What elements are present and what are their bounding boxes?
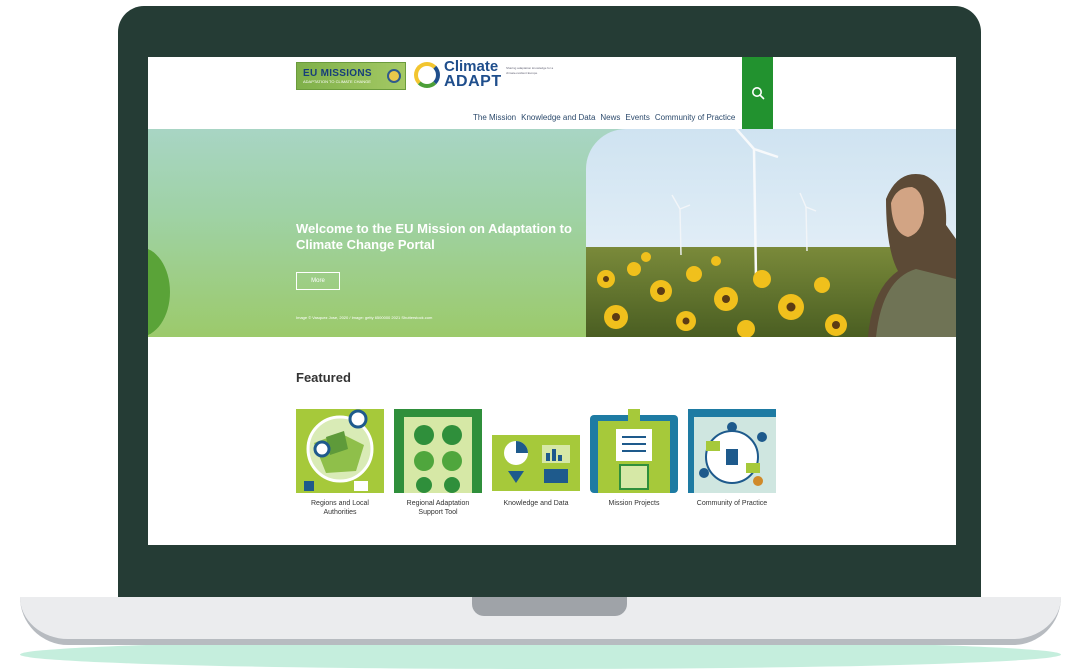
hero-photo bbox=[586, 129, 956, 337]
nav-item-knowledge-and-data[interactable]: Knowledge and Data bbox=[521, 113, 595, 122]
nav-item-community-of-practice[interactable]: Community of Practice bbox=[655, 113, 735, 122]
regions-map-icon bbox=[296, 409, 384, 493]
featured-card-knowledge-and-data[interactable]: Knowledge and Data bbox=[492, 409, 580, 508]
laptop-mockup: EU MISSIONS ADAPTATION TO CLIMATE CHANGE… bbox=[0, 0, 1081, 669]
featured-card-community-of-practice[interactable]: Community of Practice bbox=[688, 409, 776, 508]
eu-missions-logo[interactable]: EU MISSIONS ADAPTATION TO CLIMATE CHANGE bbox=[296, 62, 406, 90]
hero-more-button[interactable]: More bbox=[296, 272, 340, 290]
support-tool-icon bbox=[394, 409, 482, 493]
climate-adapt-logo-line1: Climate bbox=[444, 58, 499, 75]
hero-banner: Welcome to the EU Mission on Adaptation … bbox=[148, 129, 956, 337]
climate-adapt-logo-line2: ADAPT bbox=[444, 73, 502, 90]
hero-image-credit: Image © Vasquez Jose, 2020 / Image: gett… bbox=[296, 315, 433, 320]
featured-card-label: Mission Projects bbox=[608, 500, 660, 507]
featured-card-label: Regional Adaptation Support Tool bbox=[406, 500, 470, 516]
sunflower-field-image bbox=[586, 129, 956, 337]
featured-heading: Featured bbox=[296, 370, 351, 385]
nav-item-events[interactable]: Events bbox=[625, 113, 649, 122]
nav-item-the-mission[interactable]: The Mission bbox=[473, 113, 516, 122]
community-icon bbox=[688, 409, 776, 493]
knowledge-data-icon bbox=[492, 409, 580, 493]
featured-cards: Regions and Local Authorities Regional A… bbox=[296, 409, 776, 539]
featured-card-regional-adaptation-support-tool[interactable]: Regional Adaptation Support Tool bbox=[394, 409, 482, 517]
featured-card-regions-local-authorities[interactable]: Regions and Local Authorities bbox=[296, 409, 384, 517]
climate-adapt-tagline: Sharing adaptation knowledge for a clima… bbox=[506, 66, 554, 75]
featured-card-mission-projects[interactable]: Mission Projects bbox=[590, 409, 678, 508]
nav-item-news[interactable]: News bbox=[600, 113, 620, 122]
mission-projects-icon bbox=[590, 409, 678, 493]
hero-title: Welcome to the EU Mission on Adaptation … bbox=[296, 221, 572, 252]
featured-card-label: Knowledge and Data bbox=[503, 500, 569, 507]
featured-card-label: Community of Practice bbox=[696, 500, 768, 507]
climate-adapt-symbol-icon bbox=[414, 62, 440, 88]
featured-card-label: Regions and Local Authorities bbox=[311, 500, 369, 516]
search-button[interactable] bbox=[742, 57, 773, 129]
climate-adapt-logo[interactable]: Climate ADAPT Sharing adaptation knowled… bbox=[414, 58, 564, 92]
browser-viewport: EU MISSIONS ADAPTATION TO CLIMATE CHANGE… bbox=[148, 57, 956, 545]
search-icon bbox=[751, 87, 764, 100]
laptop-notch bbox=[472, 597, 627, 616]
main-nav: The Mission Knowledge and Data News Even… bbox=[473, 113, 735, 122]
hero-leaf-decoration bbox=[148, 247, 170, 337]
globe-icon bbox=[387, 69, 401, 83]
